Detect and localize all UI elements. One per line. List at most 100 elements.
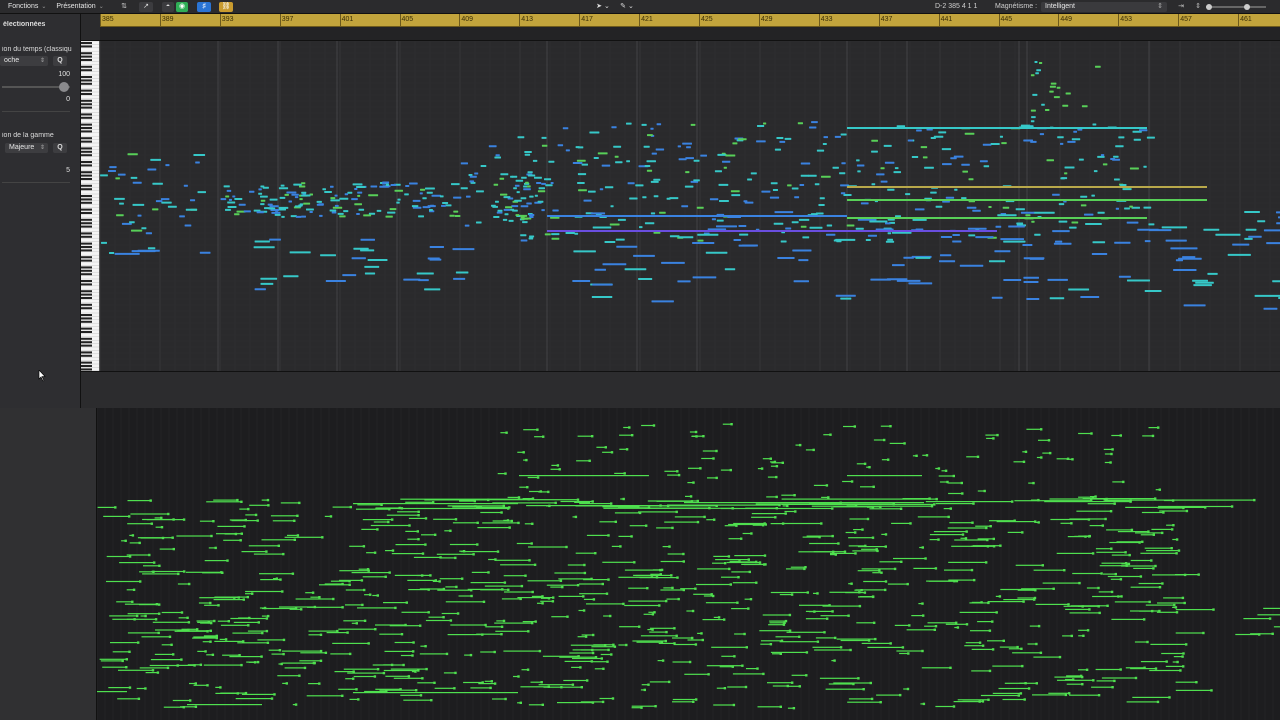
note[interactable] xyxy=(469,180,474,183)
note[interactable] xyxy=(672,637,693,639)
note[interactable] xyxy=(624,268,647,271)
note[interactable] xyxy=(1016,645,1019,649)
note[interactable] xyxy=(960,481,963,485)
note[interactable] xyxy=(732,142,738,145)
note[interactable] xyxy=(1091,686,1114,688)
note[interactable] xyxy=(937,467,941,470)
note[interactable] xyxy=(876,173,885,176)
note[interactable] xyxy=(472,553,475,556)
note[interactable] xyxy=(501,598,522,600)
note[interactable] xyxy=(724,268,736,271)
note[interactable] xyxy=(790,593,794,596)
note[interactable] xyxy=(1040,456,1043,459)
note[interactable] xyxy=(223,539,242,541)
note[interactable] xyxy=(741,664,744,667)
note[interactable] xyxy=(861,642,892,644)
note[interactable] xyxy=(267,203,273,206)
note[interactable] xyxy=(727,555,731,558)
note[interactable] xyxy=(937,538,940,541)
note[interactable] xyxy=(1055,240,1063,243)
note[interactable] xyxy=(647,500,699,502)
note[interactable] xyxy=(1081,683,1084,686)
note[interactable] xyxy=(716,219,724,222)
view-menu[interactable]: Présentation ⌄ xyxy=(56,3,103,10)
note[interactable] xyxy=(779,641,819,643)
note[interactable] xyxy=(520,197,527,200)
note[interactable] xyxy=(664,470,679,472)
note[interactable] xyxy=(442,616,445,619)
note[interactable] xyxy=(583,571,587,575)
note[interactable] xyxy=(329,209,337,212)
note[interactable] xyxy=(269,238,281,241)
note[interactable] xyxy=(454,518,458,521)
note[interactable] xyxy=(151,570,185,573)
note[interactable] xyxy=(114,197,125,200)
note[interactable] xyxy=(343,210,349,213)
note[interactable] xyxy=(142,573,180,575)
note[interactable] xyxy=(1035,642,1038,646)
fit-icon[interactable]: ⇥ xyxy=(1176,2,1186,12)
note[interactable] xyxy=(240,663,243,667)
note[interactable] xyxy=(1175,632,1205,634)
note[interactable] xyxy=(916,129,922,132)
note[interactable] xyxy=(127,523,153,525)
note[interactable] xyxy=(968,178,974,181)
note[interactable] xyxy=(214,596,249,598)
note[interactable] xyxy=(1175,259,1183,262)
note[interactable] xyxy=(1235,633,1261,636)
note[interactable] xyxy=(1087,518,1091,521)
note[interactable] xyxy=(1044,501,1132,503)
note[interactable] xyxy=(732,673,765,675)
note[interactable] xyxy=(547,490,550,494)
note[interactable] xyxy=(733,239,741,241)
note[interactable] xyxy=(496,211,503,214)
note[interactable] xyxy=(652,424,656,427)
note[interactable] xyxy=(480,165,487,167)
note[interactable] xyxy=(1015,564,1044,566)
note[interactable] xyxy=(523,188,531,191)
note[interactable] xyxy=(1111,448,1114,451)
note[interactable] xyxy=(693,179,700,182)
piano-keys[interactable] xyxy=(81,41,100,371)
note[interactable] xyxy=(526,668,530,671)
note[interactable] xyxy=(952,234,960,236)
note[interactable] xyxy=(281,590,284,593)
note[interactable] xyxy=(494,156,501,159)
note[interactable] xyxy=(759,630,791,632)
note[interactable] xyxy=(1133,567,1155,569)
note[interactable] xyxy=(893,171,902,174)
note[interactable] xyxy=(256,660,260,664)
note[interactable] xyxy=(599,521,617,523)
note[interactable] xyxy=(261,631,264,635)
note[interactable] xyxy=(579,666,582,669)
note[interactable] xyxy=(970,568,974,572)
note[interactable] xyxy=(440,557,457,559)
note[interactable] xyxy=(909,522,912,525)
note[interactable] xyxy=(187,664,202,666)
note[interactable] xyxy=(349,652,352,656)
note[interactable] xyxy=(661,261,685,264)
note[interactable] xyxy=(388,571,391,574)
note[interactable] xyxy=(209,601,212,605)
note[interactable] xyxy=(480,511,503,514)
note[interactable] xyxy=(1114,178,1120,181)
note[interactable] xyxy=(126,618,157,620)
note[interactable] xyxy=(158,612,161,615)
note[interactable] xyxy=(1110,452,1113,456)
note[interactable] xyxy=(813,610,816,613)
note[interactable] xyxy=(356,186,366,188)
note[interactable] xyxy=(818,204,825,206)
note[interactable] xyxy=(311,591,315,594)
note[interactable] xyxy=(541,703,544,706)
note[interactable] xyxy=(386,514,420,516)
note[interactable] xyxy=(600,657,603,660)
note[interactable] xyxy=(258,192,263,195)
note[interactable] xyxy=(338,688,358,690)
note[interactable] xyxy=(959,264,984,267)
note[interactable] xyxy=(265,617,269,620)
note[interactable] xyxy=(588,190,596,193)
note[interactable] xyxy=(731,608,750,610)
note[interactable] xyxy=(896,125,906,128)
note[interactable] xyxy=(522,451,525,454)
note[interactable] xyxy=(925,454,929,457)
